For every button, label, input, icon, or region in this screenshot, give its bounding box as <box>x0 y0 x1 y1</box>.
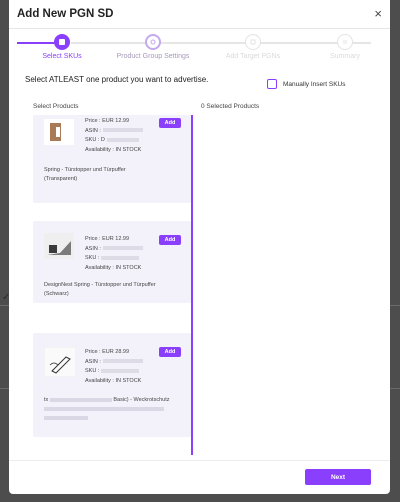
settings-icon <box>145 34 161 50</box>
product-name: tx Basic) - Weckrotschutz <box>44 396 186 423</box>
step-summary[interactable]: Summary <box>305 34 385 60</box>
next-button[interactable]: Next <box>305 469 371 485</box>
product-price: Price : EUR 28.99 <box>85 349 130 355</box>
instruction-text: Select ATLEAST one product you want to a… <box>25 75 209 84</box>
product-sku-label: SKU : <box>85 255 100 261</box>
add-pgn-modal: Add New PGN SD × Select SKUs Product Gro… <box>9 0 390 494</box>
select-skus-icon <box>54 34 70 50</box>
product-list[interactable]: Price : EUR 12.99 ASIN : SKU : D Availab… <box>33 115 191 455</box>
step-label: Product Group Settings <box>116 53 190 60</box>
modal-footer: Next <box>9 460 390 494</box>
product-asin-label: ASIN : <box>85 127 101 134</box>
summary-icon <box>337 34 353 50</box>
manual-insert-checkbox[interactable] <box>267 79 277 89</box>
selected-products-header: 0 Selected Products <box>201 103 260 110</box>
step-label: Summary <box>330 53 360 60</box>
modal-title: Add New PGN SD <box>17 8 114 20</box>
step-select-skus[interactable]: Select SKUs <box>22 34 102 60</box>
product-list-scrollbar[interactable] <box>191 115 193 455</box>
step-label: Select SKUs <box>42 53 82 60</box>
product-name-line: DesignNest Spring - Türstopper und Türpu… <box>44 282 156 288</box>
manual-insert-label: Manually Insert SKUs <box>283 80 346 88</box>
stepper: Select SKUs Product Group Settings Add T… <box>9 34 390 66</box>
close-icon[interactable]: × <box>374 6 382 21</box>
select-products-header: Select Products <box>33 103 79 110</box>
product-card: Price : EUR 12.99 ASIN : SKU : D Availab… <box>33 115 191 203</box>
product-sku-label: SKU : <box>85 368 100 374</box>
product-meta: Price : EUR 12.99 ASIN : SKU : D Availab… <box>85 117 143 155</box>
product-availability: Availability : IN STOCK <box>85 264 142 271</box>
product-name: DesignNest Spring - Türstopper und Türpu… <box>44 281 186 299</box>
step-add-target-pgns[interactable]: Add Target PGNs <box>213 34 293 60</box>
product-availability: Availability : IN STOCK <box>85 377 142 384</box>
product-availability: Availability : IN STOCK <box>85 146 142 153</box>
target-icon <box>245 34 261 50</box>
product-price: Price : EUR 12.99 <box>85 236 130 242</box>
add-product-button[interactable]: Add <box>159 118 181 128</box>
product-name-line: (Schwarz) <box>44 291 69 297</box>
product-name: Spring - Türstopper und Türpuffer (Trans… <box>44 166 186 184</box>
product-image <box>43 346 77 378</box>
product-asin-label: ASIN : <box>85 358 101 365</box>
product-name-prefix: tx <box>44 397 49 403</box>
product-sku-label: SKU : D <box>85 137 105 143</box>
product-card: Price : EUR 12.99 ASIN : SKU : Availabil… <box>33 221 191 303</box>
product-name-suffix: Basic) - Weckrotschutz <box>113 397 170 403</box>
step-label: Add Target PGNs <box>225 53 281 60</box>
step-product-group-settings[interactable]: Product Group Settings <box>113 34 193 60</box>
manual-insert-toggle[interactable]: Manually Insert SKUs <box>267 79 346 89</box>
product-price: Price : EUR 12.99 <box>85 118 130 124</box>
product-asin-label: ASIN : <box>85 245 101 252</box>
product-name-line: Spring - Türstopper und Türpuffer <box>44 167 126 173</box>
modal-header: Add New PGN SD × <box>9 0 390 29</box>
product-card: Price : EUR 28.99 ASIN : SKU : Availabil… <box>33 333 191 437</box>
product-name-line: (Transparent) <box>44 176 78 182</box>
product-image <box>44 233 74 259</box>
product-image <box>44 119 74 145</box>
product-meta: Price : EUR 28.99 ASIN : SKU : Availabil… <box>85 348 143 386</box>
product-meta: Price : EUR 12.99 ASIN : SKU : Availabil… <box>85 235 143 273</box>
add-product-button[interactable]: Add <box>159 235 181 245</box>
add-product-button[interactable]: Add <box>159 347 181 357</box>
